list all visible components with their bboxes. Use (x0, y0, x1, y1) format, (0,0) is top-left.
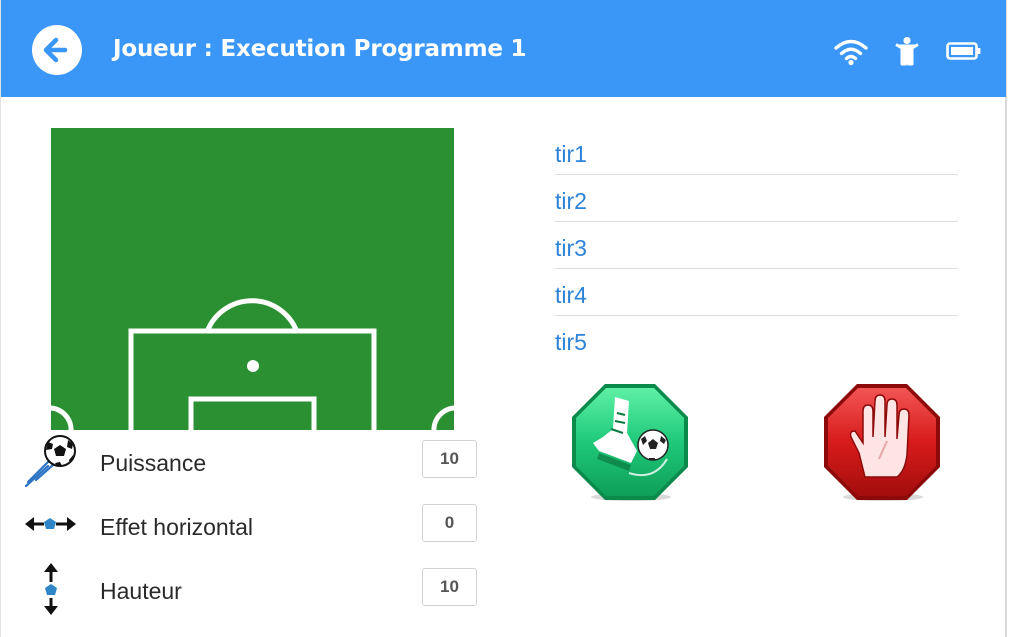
param-value-input[interactable]: 0 (422, 504, 477, 542)
shot-item-tir3[interactable]: tir3 (555, 222, 958, 269)
football-field[interactable] (51, 128, 454, 430)
param-label: Puissance (100, 450, 207, 476)
wifi-icon (834, 39, 868, 66)
param-value-input[interactable]: 10 (422, 440, 477, 478)
back-button[interactable] (32, 25, 82, 75)
param-value-input[interactable]: 10 (422, 568, 477, 606)
param-hauteur: Hauteur 10 (22, 560, 482, 620)
horizontal-arrows-icon (25, 517, 76, 531)
vertical-arrows-icon (44, 563, 58, 615)
param-effet-horizontal: Effet horizontal 0 (22, 496, 482, 556)
shot-item-tir2[interactable]: tir2 (555, 175, 958, 222)
shot-item-tir1[interactable]: tir1 (555, 128, 958, 175)
param-label: Effet horizontal (100, 514, 254, 540)
person-icon (895, 36, 919, 66)
param-puissance: Puissance 10 (22, 432, 482, 492)
kick-icon (572, 384, 688, 501)
shot-list: tir1 tir2 tir3 tir4 tir5 (555, 128, 958, 362)
ball-shot-icon (24, 435, 76, 488)
field-markings (51, 298, 454, 430)
arrow-left-icon (43, 37, 68, 63)
kick-button[interactable] (569, 381, 691, 503)
shot-item-tir4[interactable]: tir4 (555, 269, 958, 316)
param-label: Hauteur (100, 578, 182, 604)
stop-hand-icon (824, 384, 940, 501)
stop-button[interactable] (821, 381, 943, 503)
header-bar: Joueur : Execution Programme 1 (1, 0, 1006, 97)
shot-item-tir5[interactable]: tir5 (555, 316, 958, 362)
battery-icon (946, 42, 981, 60)
page-title: Joueur : Execution Programme 1 (113, 36, 527, 62)
